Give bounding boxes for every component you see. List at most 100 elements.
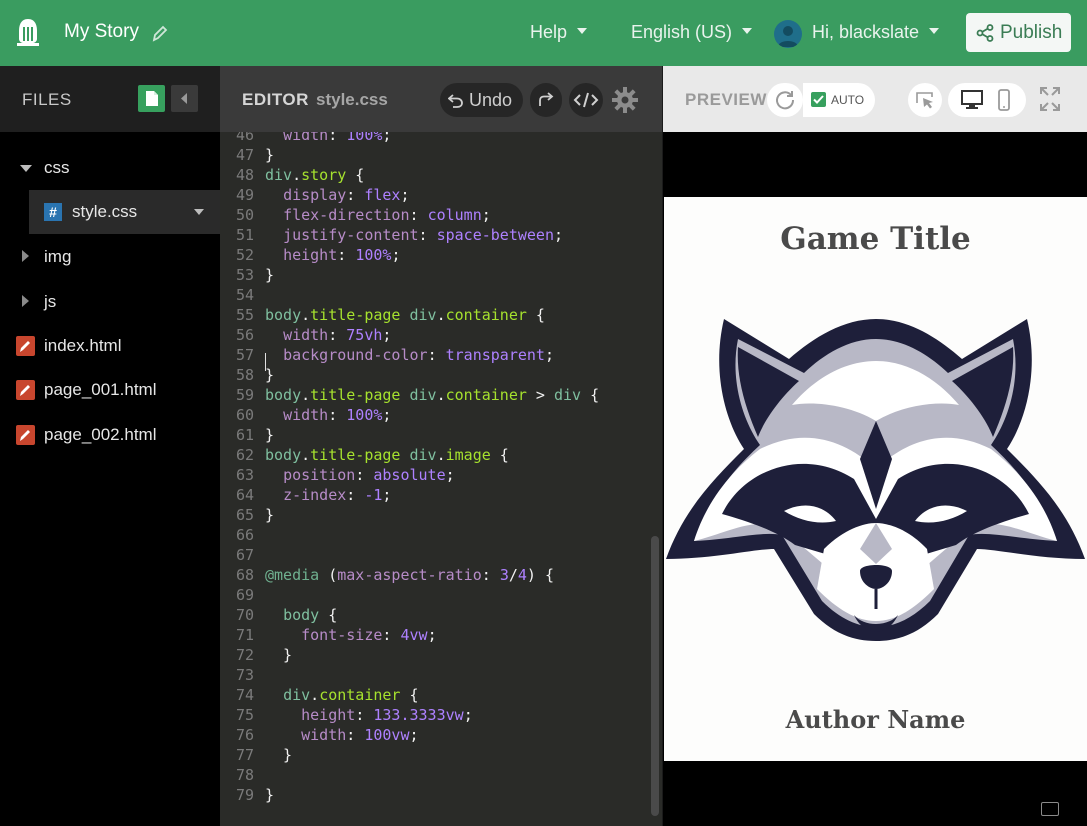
code-token: transparent — [445, 346, 545, 364]
code-line[interactable]: 56 width: 75vh; — [220, 325, 650, 345]
auto-refresh-checkbox[interactable] — [811, 92, 826, 107]
code-line[interactable]: 49 display: flex; — [220, 185, 650, 205]
collapse-panel-button[interactable] — [171, 85, 198, 112]
code-line[interactable]: 70 body { — [220, 605, 650, 625]
code-token: : — [346, 726, 365, 744]
code-line[interactable]: 50 flex-direction: column; — [220, 205, 650, 225]
folder-js[interactable]: js — [0, 280, 220, 324]
code-line[interactable]: 76 width: 100vw; — [220, 725, 650, 745]
code-token: 100% — [346, 406, 383, 424]
code-token: : — [409, 206, 428, 224]
new-file-button[interactable] — [138, 85, 165, 112]
code-line[interactable]: 78 — [220, 765, 650, 785]
code-text: } — [265, 645, 292, 665]
code-line[interactable]: 75 height: 133.3333vw; — [220, 705, 650, 725]
chevron-down-icon[interactable] — [194, 209, 204, 215]
language-menu[interactable]: English (US) — [631, 22, 753, 43]
code-line[interactable]: 72 } — [220, 645, 650, 665]
code-line[interactable]: 54 — [220, 285, 650, 305]
code-token: . — [301, 306, 311, 324]
code-line[interactable]: 60 width: 100%; — [220, 405, 650, 425]
code-line[interactable]: 58} — [220, 365, 650, 385]
code-line[interactable]: 65} — [220, 505, 650, 525]
code-line[interactable]: 67 — [220, 545, 650, 565]
code-text: position: absolute; — [265, 465, 455, 485]
code-line[interactable]: 53} — [220, 265, 650, 285]
publish-button[interactable]: Publish — [966, 13, 1071, 52]
code-token: ; — [463, 706, 473, 724]
code-line[interactable]: 61} — [220, 425, 650, 445]
code-token: width — [283, 406, 329, 424]
editor-scrollbar[interactable] — [651, 536, 659, 816]
code-token: width — [301, 726, 347, 744]
mobile-icon[interactable] — [997, 89, 1011, 111]
code-token: : — [355, 466, 374, 484]
element-picker-icon — [916, 92, 933, 109]
code-line[interactable]: 57 background-color: transparent; — [220, 345, 650, 365]
element-picker-button[interactable] — [908, 83, 942, 117]
code-line[interactable]: 55 body.title-page div.container { — [220, 305, 650, 325]
code-token: ; — [382, 406, 392, 424]
code-token: div — [554, 386, 582, 404]
code-text: height: 100%; — [265, 245, 400, 265]
code-editor[interactable]: 46 width: 100%; 47} 48 div.story {49 displa… — [220, 132, 662, 826]
undo-label: Undo — [469, 90, 513, 110]
gear-icon[interactable] — [611, 86, 639, 114]
code-token: ) { — [526, 566, 554, 584]
code-line[interactable]: 68 @media (max-aspect-ratio: 3/4) { — [220, 565, 650, 585]
fullscreen-icon[interactable] — [1039, 86, 1061, 112]
line-number: 74 — [235, 686, 254, 704]
refresh-button[interactable] — [767, 83, 803, 117]
folder-css[interactable]: css — [0, 146, 220, 190]
redo-button[interactable] — [530, 83, 562, 117]
code-token: 75vh — [346, 326, 383, 344]
code-token: { — [581, 386, 600, 404]
console-icon[interactable] — [1041, 802, 1059, 816]
code-token: container — [445, 386, 527, 404]
code-line[interactable]: 64 z-index: -1; — [220, 485, 650, 505]
edit-title-icon[interactable] — [152, 24, 168, 42]
language-menu-label: English (US) — [631, 22, 733, 42]
file-page-002-html[interactable]: page_002.html — [0, 413, 220, 457]
code-line[interactable]: 74 div.container { — [220, 685, 650, 705]
code-line[interactable]: 46 width: 100%; — [220, 132, 650, 145]
code-line[interactable]: 73 — [220, 665, 650, 685]
file-style-css[interactable]: # style.css — [29, 190, 220, 234]
desktop-icon[interactable] — [960, 89, 984, 111]
code-line[interactable]: 48 div.story { — [220, 165, 650, 185]
code-token: } — [265, 266, 275, 284]
code-token: : — [328, 132, 347, 144]
code-token: ; — [382, 486, 392, 504]
app-logo-icon[interactable] — [14, 17, 42, 47]
undo-button[interactable]: Undo — [440, 83, 523, 117]
user-menu[interactable]: Hi, blackslate — [812, 22, 940, 43]
help-menu[interactable]: Help — [530, 22, 588, 43]
file-index-html[interactable]: index.html — [0, 324, 220, 368]
code-text: @media (max-aspect-ratio: 3/4) { — [265, 565, 554, 585]
code-line[interactable]: 79} — [220, 785, 650, 805]
file-page-001-html[interactable]: page_001.html — [0, 368, 220, 412]
code-line[interactable]: 69 — [220, 585, 650, 605]
code-line[interactable]: 71 font-size: 4vw; — [220, 625, 650, 645]
code-line[interactable]: 62 body.title-page div.image { — [220, 445, 650, 465]
line-number: 61 — [235, 426, 254, 444]
code-token: z-index — [283, 486, 347, 504]
code-line[interactable]: 47} — [220, 145, 650, 165]
code-line[interactable]: 63 position: absolute; — [220, 465, 650, 485]
code-line[interactable]: 52 height: 100%; — [220, 245, 650, 265]
story-title[interactable]: My Story — [64, 21, 139, 43]
code-view-button[interactable] — [569, 83, 603, 117]
file-label: page_001.html — [44, 380, 157, 399]
code-line[interactable]: 59 body.title-page div.container > div { — [220, 385, 650, 405]
avatar[interactable] — [774, 20, 802, 48]
code-line[interactable]: 77 } — [220, 745, 650, 765]
code-line[interactable]: 51 justify-content: space-between; — [220, 225, 650, 245]
auto-refresh-toggle[interactable]: AUTO — [803, 83, 875, 117]
code-token: : — [346, 486, 365, 504]
line-number: 57 — [235, 346, 254, 364]
folder-img[interactable]: img — [0, 235, 220, 279]
code-line[interactable]: 66 — [220, 525, 650, 545]
code-token: : — [427, 346, 446, 364]
